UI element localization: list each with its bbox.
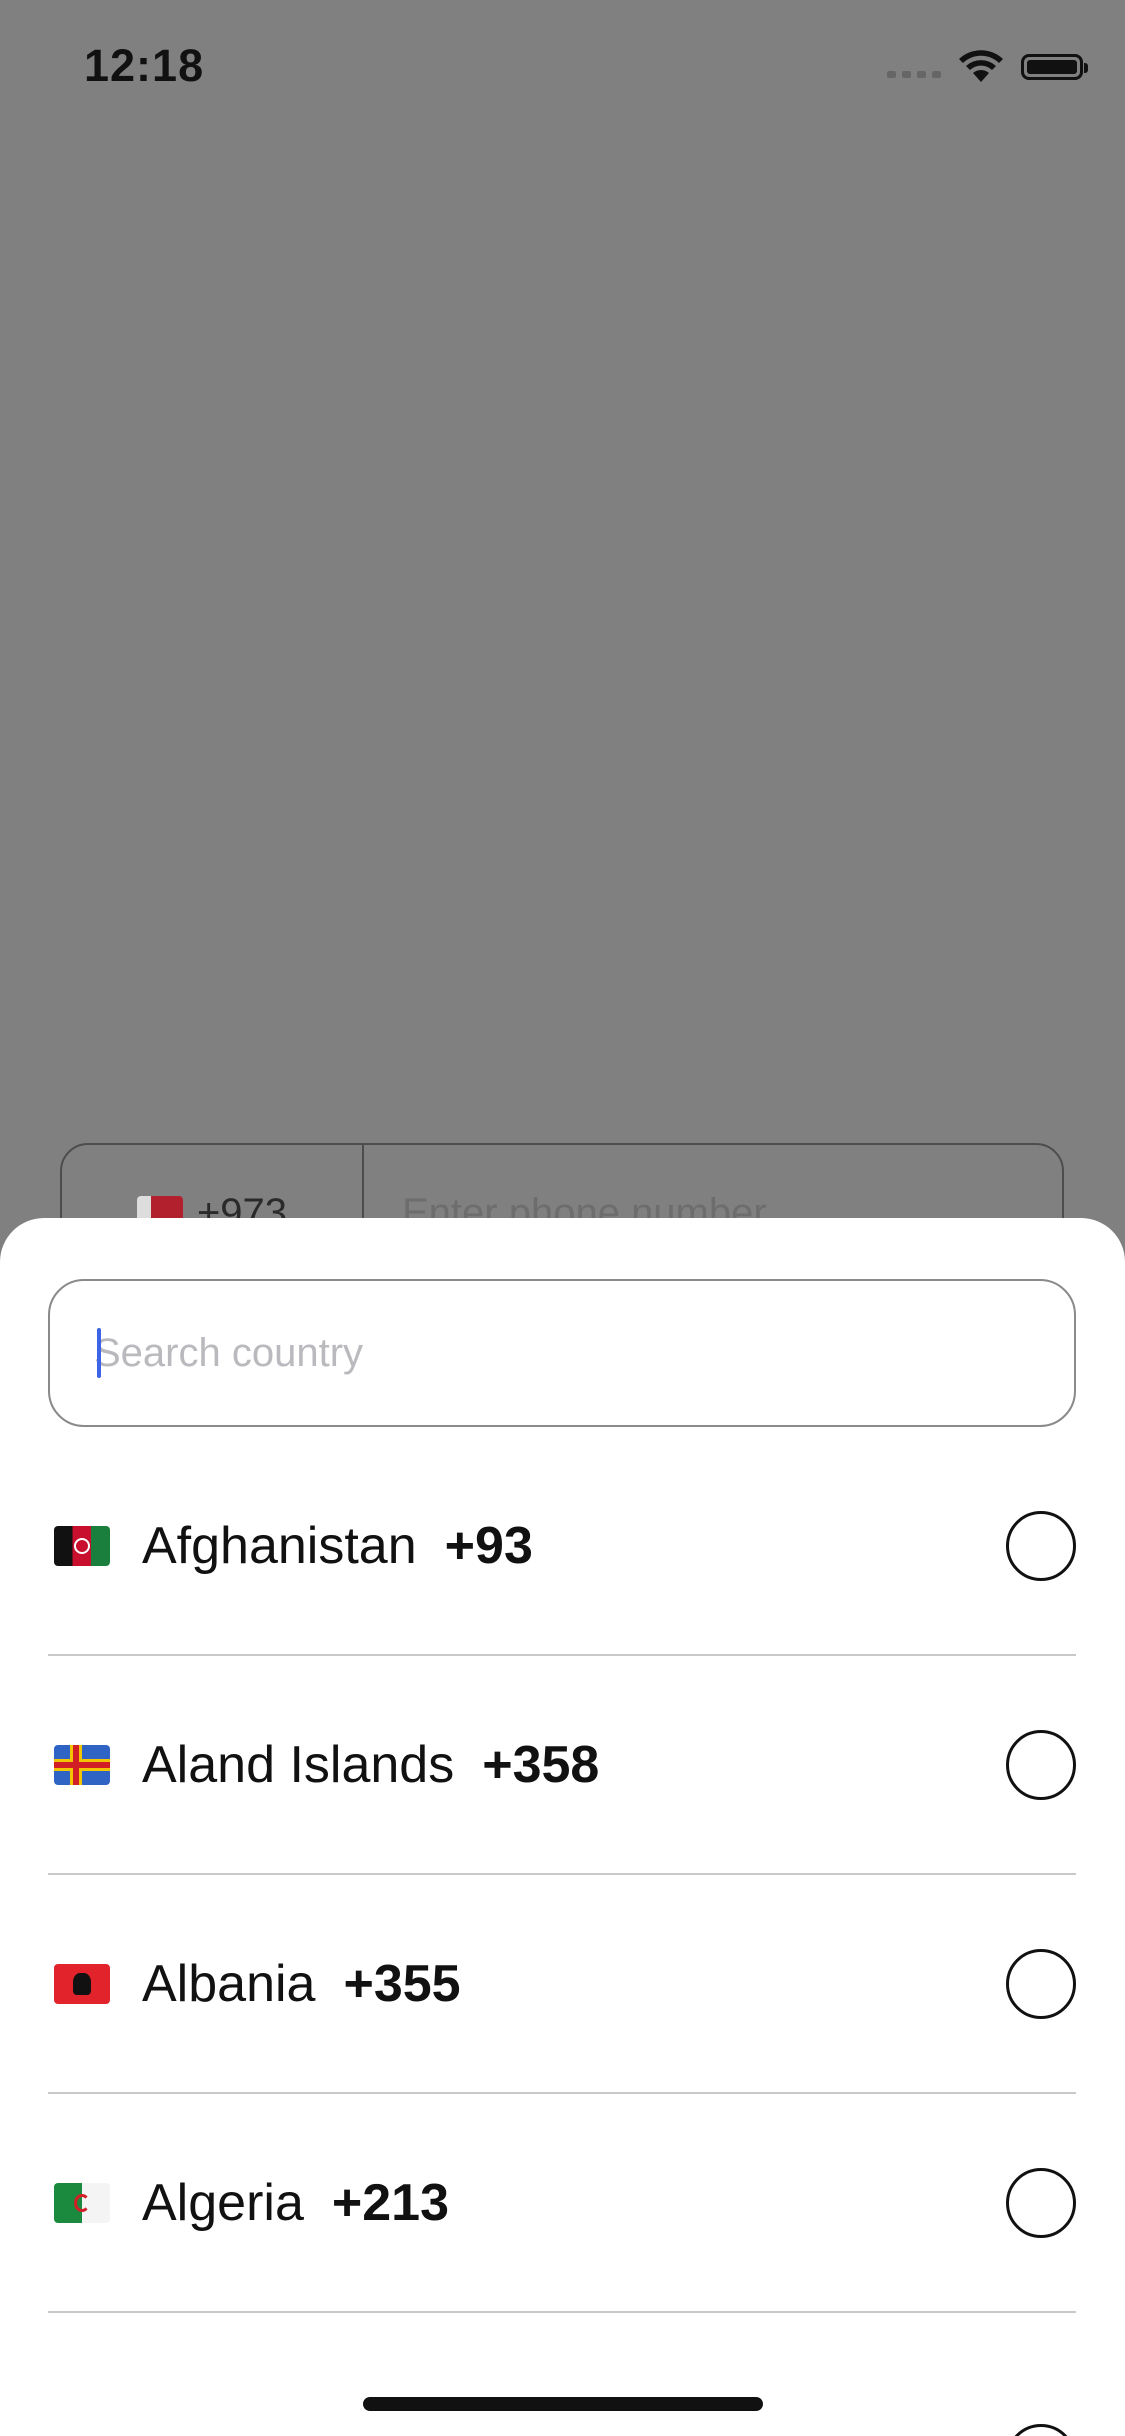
text-cursor [97,1328,101,1378]
select-radio-button[interactable] [1006,1510,1076,1581]
screen: 12:18 +973 Enter phone number Afghanista… [0,0,1125,2436]
afghanistan-flag-icon [54,1525,110,1566]
country-name: Albania [142,1954,316,2013]
country-picker-sheet: Afghanistan +93 Aland Islands +358 Alban… [0,1218,1125,2436]
dial-code: +355 [343,1954,461,2013]
country-list: Afghanistan +93 Aland Islands +358 Alban… [48,1437,1076,2313]
aland-islands-flag-icon [54,1744,110,1785]
dial-code: +93 [444,1516,533,1575]
select-radio-button[interactable] [1006,1729,1076,1800]
country-row-aland-islands[interactable]: Aland Islands +358 [48,1656,1076,1875]
cellular-signal-icon [887,70,941,78]
status-icons [887,50,1088,84]
country-row-algeria[interactable]: Algeria +213 [48,2094,1076,2313]
country-row-albania[interactable]: Albania +355 [48,1875,1076,2094]
country-name: Aland Islands [142,1735,455,1794]
dial-code: +358 [482,1735,600,1794]
albania-flag-icon [54,1963,110,2004]
search-country-input[interactable] [48,1279,1076,1427]
wifi-icon [959,50,1003,82]
algeria-flag-icon [54,2182,110,2223]
country-name: Algeria [142,2173,304,2232]
home-indicator[interactable] [363,2397,763,2411]
select-radio-button[interactable] [1006,2167,1076,2238]
status-time: 12:18 [84,40,205,91]
country-name: Afghanistan [142,1516,417,1575]
dial-code: +213 [331,2173,450,2232]
battery-icon [1021,54,1088,80]
select-radio-button[interactable] [1006,1948,1076,2019]
country-row-afghanistan[interactable]: Afghanistan +93 [48,1437,1076,1656]
